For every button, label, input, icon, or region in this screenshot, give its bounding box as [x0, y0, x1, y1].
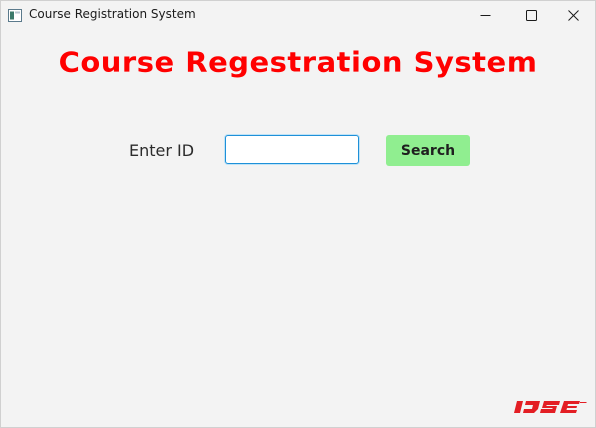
ijse-logo — [514, 399, 588, 413]
app-icon — [8, 7, 22, 22]
window-title: Course Registration System — [29, 7, 196, 21]
minimize-icon — [480, 6, 491, 25]
close-button[interactable] — [552, 1, 595, 29]
maximize-button[interactable] — [508, 1, 554, 29]
minimize-button[interactable] — [462, 1, 508, 29]
page-heading: Course Regestration System — [58, 45, 538, 79]
close-icon — [568, 6, 579, 25]
app-window: Course Registration System Course Regest… — [0, 0, 596, 428]
title-bar[interactable]: Course Registration System — [1, 1, 595, 29]
id-input[interactable] — [225, 135, 359, 164]
enter-id-label: Enter ID — [129, 141, 195, 160]
maximize-icon — [525, 6, 537, 25]
search-button[interactable]: Search — [386, 135, 470, 166]
